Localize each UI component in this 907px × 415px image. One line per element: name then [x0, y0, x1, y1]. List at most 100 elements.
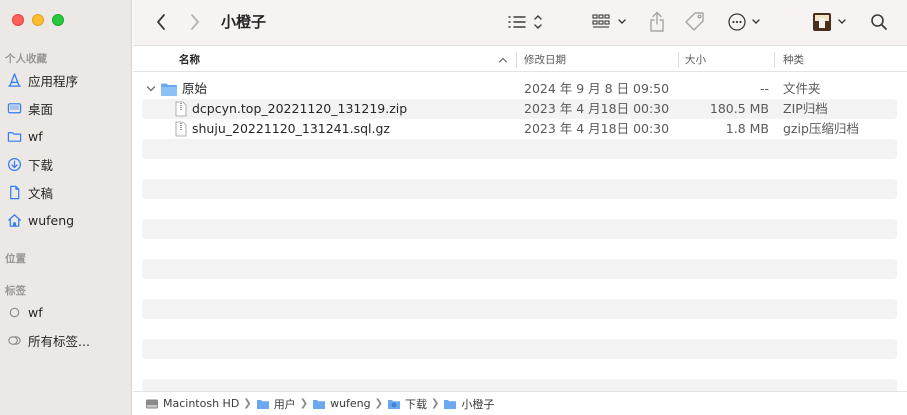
column-name-header[interactable]: 名称 — [179, 48, 200, 72]
folder-icon — [161, 83, 177, 96]
path-item-current[interactable]: 小橙子 — [443, 396, 494, 412]
search-button[interactable] — [869, 10, 889, 34]
path-item-users[interactable]: 用户 — [256, 396, 296, 412]
sidebar-item-wf[interactable]: wf — [5, 125, 127, 147]
file-size: 1.8 MB — [725, 121, 769, 136]
folder-icon — [444, 399, 457, 409]
file-name: shuju_20221120_131241.sql.gz — [192, 121, 390, 136]
share-button[interactable] — [647, 10, 667, 34]
column-header: 名称 修改日期 大小 种类 — [133, 48, 907, 72]
sidebar-section-locations: 位置 — [5, 253, 26, 265]
empty-row — [142, 259, 897, 279]
window-controls — [12, 14, 64, 26]
sidebar-item-label: 下载 — [28, 157, 54, 173]
file-size: 180.5 MB — [709, 101, 769, 116]
table-row[interactable]: dcpcyn.top_20221120_131219.zip 2023 年 4 … — [142, 99, 897, 119]
zoom-window-button[interactable] — [52, 14, 64, 26]
path-separator-chevron-icon: ❯ — [299, 398, 309, 409]
path-label: Macintosh HD — [163, 397, 240, 410]
more-options-icon — [728, 13, 760, 31]
path-label: 下载 — [405, 397, 428, 411]
folder-icon — [313, 399, 326, 409]
folder-icon — [6, 128, 22, 144]
tag-button[interactable] — [683, 10, 707, 34]
path-label: wufeng — [330, 397, 371, 410]
file-name-cell: 原始 — [146, 79, 207, 99]
file-kind: ZIP归档 — [783, 101, 828, 116]
path-separator-chevron-icon: ❯ — [243, 398, 252, 409]
back-button[interactable] — [151, 10, 171, 34]
sidebar-item-documents[interactable]: 文稿 — [5, 181, 127, 203]
file-date: 2023 年 4 月18日 00:30 — [524, 121, 670, 136]
column-kind-header[interactable]: 种类 — [783, 48, 804, 72]
window-title: 小橙子 — [221, 13, 267, 31]
tag-icon — [685, 12, 704, 31]
document-icon — [6, 184, 22, 200]
column-size-header[interactable]: 大小 — [685, 48, 706, 72]
path-label: 用户 — [273, 397, 296, 411]
all-tags-icon — [6, 332, 22, 348]
empty-row — [142, 339, 897, 359]
column-divider[interactable] — [678, 52, 679, 68]
path-item-macintosh-hd[interactable]: Macintosh HD — [145, 397, 239, 410]
column-divider[interactable] — [774, 52, 775, 68]
sidebar-item-applications[interactable]: 应用程序 — [5, 69, 127, 91]
downloads-icon — [6, 156, 22, 172]
quick-action-button[interactable] — [811, 10, 851, 34]
column-date-header[interactable]: 修改日期 — [524, 48, 566, 72]
sidebar-item-label: wf — [28, 304, 43, 320]
search-icon — [871, 14, 887, 30]
sidebar-item-desktop[interactable]: 桌面 — [5, 97, 127, 119]
sidebar-item-all-tags[interactable]: 所有标签... — [5, 329, 127, 351]
sidebar-item-home[interactable]: wufeng — [5, 209, 127, 231]
preview-app-icon — [813, 13, 846, 31]
archive-file-icon — [175, 101, 187, 117]
path-bar: Macintosh HD ❯ 用户 ❯ wufeng ❯ 下载 ❯ 小橙子 — [133, 391, 907, 415]
minimize-window-button[interactable] — [32, 14, 44, 26]
sidebar-item-label: 桌面 — [28, 101, 54, 117]
file-name-cell: shuju_20221120_131241.sql.gz — [174, 119, 390, 139]
action-menu-button[interactable] — [727, 10, 767, 34]
archive-file-icon — [175, 121, 187, 137]
empty-row — [142, 219, 897, 239]
file-date: 2024 年 9 月 8 日 09:50 — [524, 81, 670, 96]
sidebar-item-label: 所有标签... — [28, 333, 90, 349]
forward-button[interactable] — [185, 10, 205, 34]
folder-icon — [256, 399, 269, 409]
chevron-right-icon — [191, 14, 199, 30]
home-icon — [6, 212, 22, 228]
path-separator-chevron-icon: ❯ — [374, 398, 384, 409]
close-window-button[interactable] — [12, 14, 24, 26]
table-row[interactable]: 原始 2024 年 9 月 8 日 09:50 -- 文件夹 — [142, 79, 897, 99]
empty-row — [142, 299, 897, 319]
path-separator-chevron-icon: ❯ — [431, 398, 440, 409]
sidebar-item-label: 应用程序 — [28, 73, 79, 89]
applications-icon — [6, 72, 22, 88]
toolbar: 小橙子 — [133, 0, 907, 46]
file-name: dcpcyn.top_20221120_131219.zip — [192, 101, 408, 116]
path-item-downloads[interactable]: 下载 — [387, 396, 427, 412]
group-button[interactable] — [591, 10, 631, 34]
sidebar-item-tag-wf[interactable]: wf — [5, 301, 127, 323]
sort-chevron-up-icon[interactable] — [498, 48, 508, 72]
sidebar-item-label: 文稿 — [28, 185, 54, 201]
sidebar-section-favorites: 个人收藏 — [5, 53, 47, 65]
column-divider[interactable] — [516, 52, 517, 68]
view-mode-button[interactable] — [507, 10, 547, 34]
sidebar: 个人收藏 应用程序 桌面 wf 下载 文稿 wufeng 位置 标签 wf 所有… — [0, 0, 132, 415]
path-item-wufeng[interactable]: wufeng — [312, 397, 371, 410]
hard-drive-icon — [146, 399, 158, 408]
file-kind: 文件夹 — [783, 81, 821, 96]
share-icon — [650, 11, 664, 32]
empty-row — [142, 179, 897, 199]
main-area: 小橙子 名称 修改日期 大小 种类 原始 2024 年 9 月 8 日 09:5… — [133, 0, 907, 415]
file-size: -- — [759, 81, 769, 96]
sidebar-section-tags: 标签 — [5, 285, 26, 297]
path-label: 小橙子 — [461, 397, 495, 411]
sidebar-item-label: wf — [28, 128, 43, 144]
desktop-icon — [6, 100, 22, 116]
table-row[interactable]: shuju_20221120_131241.sql.gz 2023 年 4 月1… — [142, 119, 897, 139]
empty-row — [142, 139, 897, 159]
sidebar-item-downloads[interactable]: 下载 — [5, 153, 127, 175]
file-date: 2023 年 4 月18日 00:30 — [524, 101, 670, 116]
